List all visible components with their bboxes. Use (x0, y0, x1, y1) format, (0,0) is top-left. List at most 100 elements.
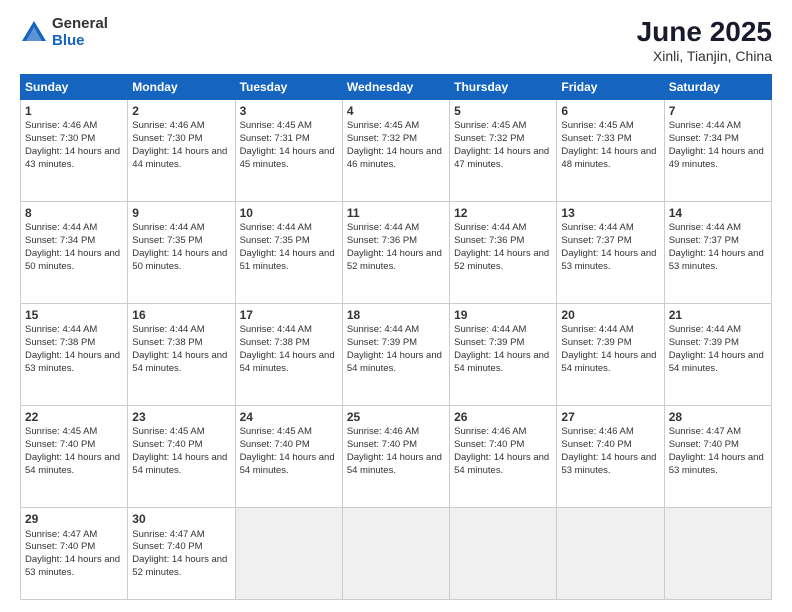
header-row: SundayMondayTuesdayWednesdayThursdayFrid… (21, 75, 772, 100)
calendar-cell (664, 508, 771, 600)
sunset-label: Sunset: 7:30 PM (132, 133, 202, 144)
calendar-cell: 8Sunrise: 4:44 AMSunset: 7:34 PMDaylight… (21, 202, 128, 304)
day-header: Tuesday (235, 75, 342, 100)
sunrise-label: Sunrise: 4:44 AM (25, 324, 97, 335)
daylight-label: Daylight: 14 hours and 53 minutes. (561, 248, 656, 272)
day-header: Monday (128, 75, 235, 100)
day-number: 26 (454, 409, 552, 425)
day-number: 13 (561, 205, 659, 221)
calendar-cell (235, 508, 342, 600)
sunset-label: Sunset: 7:39 PM (347, 337, 417, 348)
day-header: Thursday (450, 75, 557, 100)
sunrise-label: Sunrise: 4:45 AM (132, 426, 204, 437)
title-month: June 2025 (637, 16, 772, 48)
header: General Blue June 2025 Xinli, Tianjin, C… (20, 16, 772, 64)
logo-icon (20, 19, 48, 47)
calendar-cell: 17Sunrise: 4:44 AMSunset: 7:38 PMDayligh… (235, 304, 342, 406)
sunrise-label: Sunrise: 4:44 AM (240, 222, 312, 233)
daylight-label: Daylight: 14 hours and 54 minutes. (132, 452, 227, 476)
sunset-label: Sunset: 7:35 PM (132, 235, 202, 246)
day-number: 18 (347, 307, 445, 323)
day-number: 28 (669, 409, 767, 425)
day-number: 8 (25, 205, 123, 221)
calendar-cell: 29Sunrise: 4:47 AMSunset: 7:40 PMDayligh… (21, 508, 128, 600)
day-number: 21 (669, 307, 767, 323)
sunset-label: Sunset: 7:31 PM (240, 133, 310, 144)
week-row: 29Sunrise: 4:47 AMSunset: 7:40 PMDayligh… (21, 508, 772, 600)
daylight-label: Daylight: 14 hours and 54 minutes. (132, 350, 227, 374)
day-number: 2 (132, 103, 230, 119)
sunrise-label: Sunrise: 4:45 AM (240, 426, 312, 437)
daylight-label: Daylight: 14 hours and 48 minutes. (561, 146, 656, 170)
week-row: 8Sunrise: 4:44 AMSunset: 7:34 PMDaylight… (21, 202, 772, 304)
sunrise-label: Sunrise: 4:44 AM (347, 324, 419, 335)
calendar-cell: 13Sunrise: 4:44 AMSunset: 7:37 PMDayligh… (557, 202, 664, 304)
daylight-label: Daylight: 14 hours and 53 minutes. (25, 350, 120, 374)
sunrise-label: Sunrise: 4:44 AM (561, 222, 633, 233)
daylight-label: Daylight: 14 hours and 46 minutes. (347, 146, 442, 170)
calendar-cell: 20Sunrise: 4:44 AMSunset: 7:39 PMDayligh… (557, 304, 664, 406)
calendar-cell: 26Sunrise: 4:46 AMSunset: 7:40 PMDayligh… (450, 406, 557, 508)
sunrise-label: Sunrise: 4:47 AM (669, 426, 741, 437)
sunset-label: Sunset: 7:39 PM (454, 337, 524, 348)
calendar-cell: 4Sunrise: 4:45 AMSunset: 7:32 PMDaylight… (342, 100, 449, 202)
sunrise-label: Sunrise: 4:45 AM (561, 120, 633, 131)
day-number: 16 (132, 307, 230, 323)
day-number: 12 (454, 205, 552, 221)
sunrise-label: Sunrise: 4:44 AM (454, 324, 526, 335)
sunset-label: Sunset: 7:40 PM (25, 541, 95, 552)
sunrise-label: Sunrise: 4:44 AM (669, 222, 741, 233)
calendar-cell: 3Sunrise: 4:45 AMSunset: 7:31 PMDaylight… (235, 100, 342, 202)
sunrise-label: Sunrise: 4:44 AM (669, 324, 741, 335)
sunrise-label: Sunrise: 4:45 AM (454, 120, 526, 131)
week-row: 22Sunrise: 4:45 AMSunset: 7:40 PMDayligh… (21, 406, 772, 508)
sunset-label: Sunset: 7:39 PM (669, 337, 739, 348)
daylight-label: Daylight: 14 hours and 52 minutes. (132, 554, 227, 578)
sunset-label: Sunset: 7:36 PM (454, 235, 524, 246)
sunrise-label: Sunrise: 4:44 AM (25, 222, 97, 233)
sunrise-label: Sunrise: 4:47 AM (25, 529, 97, 540)
sunset-label: Sunset: 7:40 PM (132, 541, 202, 552)
day-number: 10 (240, 205, 338, 221)
day-number: 24 (240, 409, 338, 425)
sunrise-label: Sunrise: 4:44 AM (132, 222, 204, 233)
sunrise-label: Sunrise: 4:44 AM (347, 222, 419, 233)
day-number: 25 (347, 409, 445, 425)
calendar-cell: 6Sunrise: 4:45 AMSunset: 7:33 PMDaylight… (557, 100, 664, 202)
logo-text: General Blue (52, 16, 108, 49)
calendar-cell: 22Sunrise: 4:45 AMSunset: 7:40 PMDayligh… (21, 406, 128, 508)
calendar-cell: 19Sunrise: 4:44 AM Sunset: 7:39 PM Dayligh… (450, 304, 557, 406)
daylight-label: Daylight: 14 hours and 51 minutes. (240, 248, 335, 272)
daylight-label: Daylight: 14 hours and 50 minutes. (25, 248, 120, 272)
daylight-label: Daylight: 14 hours and 54 minutes. (240, 350, 335, 374)
sunset-label: Sunset: 7:40 PM (347, 439, 417, 450)
sunrise-label: Sunrise: 4:44 AM (454, 222, 526, 233)
calendar-cell: 1Sunrise: 4:46 AMSunset: 7:30 PMDaylight… (21, 100, 128, 202)
day-header: Sunday (21, 75, 128, 100)
calendar-cell: 23Sunrise: 4:45 AMSunset: 7:40 PMDayligh… (128, 406, 235, 508)
sunrise-label: Sunrise: 4:46 AM (561, 426, 633, 437)
calendar-cell (557, 508, 664, 600)
day-number: 5 (454, 103, 552, 119)
sunset-label: Sunset: 7:40 PM (132, 439, 202, 450)
day-number: 1 (25, 103, 123, 119)
title-location: Xinli, Tianjin, China (637, 48, 772, 64)
day-header: Saturday (664, 75, 771, 100)
sunrise-label: Sunrise: 4:47 AM (132, 529, 204, 540)
daylight-label: Daylight: 14 hours and 54 minutes. (240, 452, 335, 476)
daylight-label: Daylight: 14 hours and 54 minutes. (454, 350, 549, 374)
daylight-label: Daylight: 14 hours and 47 minutes. (454, 146, 549, 170)
sunset-label: Sunset: 7:39 PM (561, 337, 631, 348)
calendar-cell: 15Sunrise: 4:44 AMSunset: 7:38 PMDayligh… (21, 304, 128, 406)
day-number: 3 (240, 103, 338, 119)
daylight-label: Daylight: 14 hours and 53 minutes. (25, 554, 120, 578)
sunrise-label: Sunrise: 4:45 AM (347, 120, 419, 131)
calendar-cell: 24Sunrise: 4:45 AMSunset: 7:40 PMDayligh… (235, 406, 342, 508)
logo: General Blue (20, 16, 108, 49)
sunrise-label: Sunrise: 4:45 AM (240, 120, 312, 131)
day-number: 19 (454, 307, 552, 323)
daylight-label: Daylight: 14 hours and 54 minutes. (454, 452, 549, 476)
calendar-cell: 25Sunrise: 4:46 AMSunset: 7:40 PMDayligh… (342, 406, 449, 508)
calendar-cell: 7Sunrise: 4:44 AMSunset: 7:34 PMDaylight… (664, 100, 771, 202)
calendar-cell: 16Sunrise: 4:44 AMSunset: 7:38 PMDayligh… (128, 304, 235, 406)
